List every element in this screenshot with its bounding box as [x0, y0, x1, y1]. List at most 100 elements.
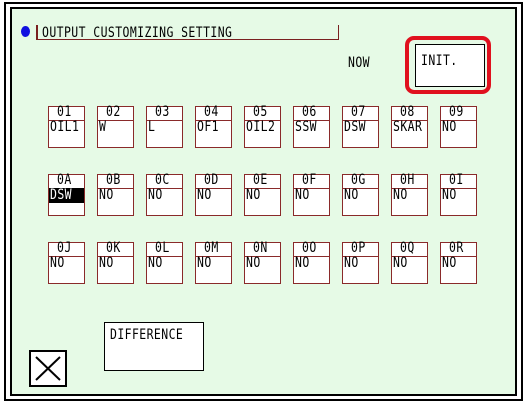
status-indicator-icon: [21, 26, 30, 37]
difference-button[interactable]: DIFFERENCE: [104, 322, 204, 371]
output-cell-0r[interactable]: 0R NO: [440, 240, 477, 284]
output-code-text: 0K: [106, 240, 121, 256]
output-code-text: 02: [106, 104, 121, 120]
output-value: NO: [294, 187, 329, 203]
output-value-text: NO: [50, 255, 65, 271]
output-code-text: 0F: [302, 172, 317, 188]
output-cell-0e[interactable]: 0E NO: [244, 172, 281, 216]
output-value-text: NO: [197, 255, 212, 271]
output-code-text: 0M: [204, 240, 219, 256]
output-value: NO: [196, 255, 231, 271]
close-button[interactable]: [29, 350, 67, 387]
output-code-text: 08: [400, 104, 415, 120]
output-cell-0m[interactable]: 0M NO: [195, 240, 232, 284]
output-value: NO: [343, 255, 378, 271]
output-cell-0a[interactable]: 0A DSW: [48, 172, 85, 216]
output-code-text: 0R: [449, 240, 464, 256]
output-value-text: NO: [442, 255, 457, 271]
output-code-text: 0D: [204, 172, 219, 188]
output-value: NO: [441, 255, 476, 271]
output-value: SSW: [294, 119, 329, 135]
output-value-text: NO: [295, 187, 310, 203]
output-cell-0h[interactable]: 0H NO: [391, 172, 428, 216]
output-value-text: W: [99, 119, 107, 135]
page-title: OUTPUT CUSTOMIZING SETTING: [42, 25, 233, 41]
output-code-text: 09: [449, 104, 464, 120]
output-customizing-screen: OUTPUT CUSTOMIZING SETTING NOW INIT. DIF…: [0, 0, 527, 403]
output-value: SKAR: [392, 119, 427, 135]
output-value: OF1: [196, 119, 231, 135]
output-value-text: NO: [148, 187, 163, 203]
output-cell-0c[interactable]: 0C NO: [146, 172, 183, 216]
output-code-text: 03: [155, 104, 170, 120]
output-code-text: 0O: [302, 240, 317, 256]
output-code-text: 0L: [155, 240, 170, 256]
output-value-text: NO: [393, 255, 408, 271]
output-code-text: 01: [57, 104, 72, 120]
output-value: NO: [245, 187, 280, 203]
output-code-text: 0B: [106, 172, 121, 188]
difference-button-label: DIFFERENCE: [110, 327, 184, 343]
output-cell-0p[interactable]: 0P NO: [342, 240, 379, 284]
output-value-text: NO: [99, 255, 114, 271]
output-code-text: 0E: [253, 172, 268, 188]
output-value: DSW: [343, 119, 378, 135]
output-value-text: NO: [246, 255, 261, 271]
output-code-text: 0N: [253, 240, 268, 256]
output-value-text: L: [148, 119, 156, 135]
output-value: OIL2: [245, 119, 280, 135]
output-cell-04[interactable]: 04 OF1: [195, 104, 232, 148]
output-value-text: NO: [344, 187, 359, 203]
output-cell-09[interactable]: 09 NO: [440, 104, 477, 148]
output-value: NO: [147, 187, 182, 203]
output-cell-0i[interactable]: 0I NO: [440, 172, 477, 216]
output-cell-0o[interactable]: 0O NO: [293, 240, 330, 284]
output-code-text: 05: [253, 104, 268, 120]
output-value-text: NO: [99, 187, 114, 203]
output-value-text: NO: [295, 255, 310, 271]
output-cell-0k[interactable]: 0K NO: [97, 240, 134, 284]
output-cell-02[interactable]: 02 W: [97, 104, 134, 148]
output-cell-0b[interactable]: 0B NO: [97, 172, 134, 216]
output-code-text: 0I: [449, 172, 464, 188]
output-value: NO: [245, 255, 280, 271]
output-value-text: NO: [442, 187, 457, 203]
output-cell-0g[interactable]: 0G NO: [342, 172, 379, 216]
output-cell-03[interactable]: 03 L: [146, 104, 183, 148]
output-cell-01[interactable]: 01 OIL1: [48, 104, 85, 148]
output-value-text: NO: [393, 187, 408, 203]
output-code-text: 04: [204, 104, 219, 120]
output-code-text: 0Q: [400, 240, 415, 256]
output-value-text: NO: [442, 119, 457, 135]
output-value-text: DSW: [50, 187, 72, 203]
output-value-text: NO: [344, 255, 359, 271]
init-highlight-marker: [405, 36, 491, 94]
output-code-text: 0C: [155, 172, 170, 188]
output-value: NO: [441, 119, 476, 135]
output-cell-07[interactable]: 07 DSW: [342, 104, 379, 148]
output-code-text: 0H: [400, 172, 415, 188]
output-cell-0l[interactable]: 0L NO: [146, 240, 183, 284]
output-cell-0n[interactable]: 0N NO: [244, 240, 281, 284]
output-value-text: OIL2: [246, 119, 276, 135]
output-value-text: SKAR: [393, 119, 423, 135]
output-cell-0d[interactable]: 0D NO: [195, 172, 232, 216]
output-cell-0f[interactable]: 0F NO: [293, 172, 330, 216]
output-value: NO: [441, 187, 476, 203]
output-value: NO: [294, 255, 329, 271]
output-cell-06[interactable]: 06 SSW: [293, 104, 330, 148]
output-value: NO: [392, 187, 427, 203]
output-value-text: SSW: [295, 119, 317, 135]
output-code-text: 07: [351, 104, 366, 120]
output-cell-05[interactable]: 05 OIL2: [244, 104, 281, 148]
close-icon: [35, 356, 61, 381]
output-code-text: 0J: [57, 240, 72, 256]
output-cell-0q[interactable]: 0Q NO: [391, 240, 428, 284]
output-value-text: NO: [148, 255, 163, 271]
output-value: OIL1: [49, 119, 84, 135]
output-cell-08[interactable]: 08 SKAR: [391, 104, 428, 148]
output-value: DSW: [49, 187, 84, 203]
output-value-text: NO: [246, 187, 261, 203]
now-label: NOW: [348, 55, 370, 71]
output-cell-0j[interactable]: 0J NO: [48, 240, 85, 284]
